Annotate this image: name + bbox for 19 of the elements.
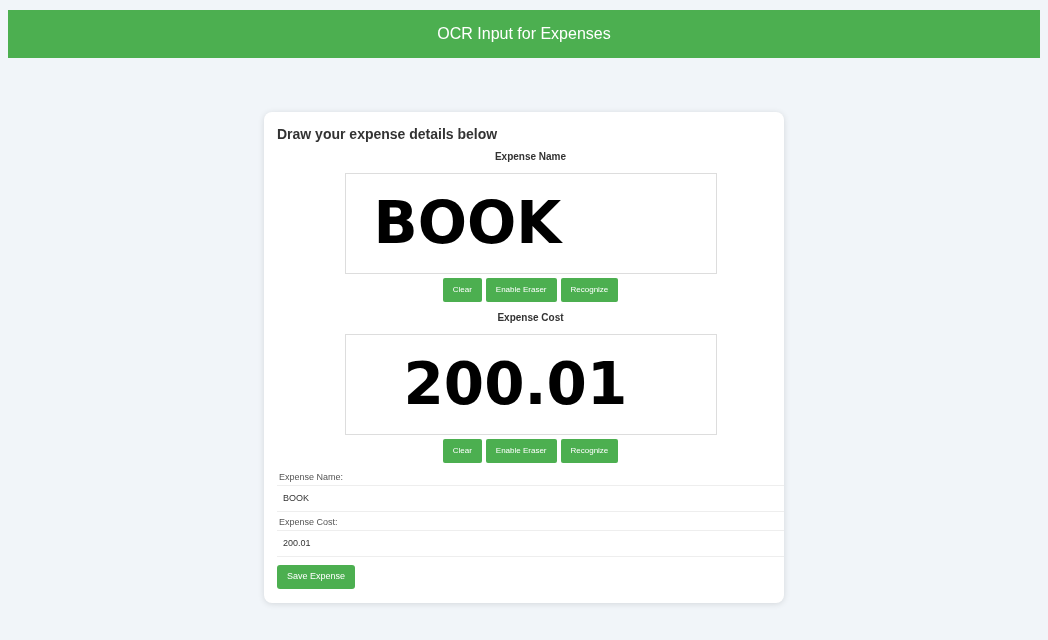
pad-label: Expense Name: [493, 149, 568, 164]
handwritten-text: 200.01: [403, 355, 628, 414]
pad-button[interactable]: Clear: [442, 277, 482, 302]
pad-button[interactable]: Enable Eraser: [485, 438, 557, 463]
page-title: OCR Input for Expenses: [437, 24, 611, 44]
drawing-canvas[interactable]: 200.01: [344, 333, 717, 435]
pad-label: Expense Cost: [496, 310, 565, 325]
pad-button[interactable]: Enable Eraser: [485, 277, 557, 302]
input-field[interactable]: 200.01: [277, 529, 784, 557]
field-label: Expense Name:: [278, 470, 345, 484]
pad-button[interactable]: Recognize: [560, 438, 619, 463]
pad-button[interactable]: Recognize: [560, 277, 619, 302]
handwritten-text: BOOK: [373, 194, 562, 253]
card-title: Draw your expense details below: [277, 126, 499, 143]
field-label: Expense Cost:: [278, 515, 339, 529]
save-button[interactable]: Save Expense: [277, 564, 356, 589]
pad-button[interactable]: Clear: [442, 438, 482, 463]
input-field[interactable]: BOOK: [277, 484, 784, 512]
drawing-canvas[interactable]: BOOK: [344, 172, 717, 274]
